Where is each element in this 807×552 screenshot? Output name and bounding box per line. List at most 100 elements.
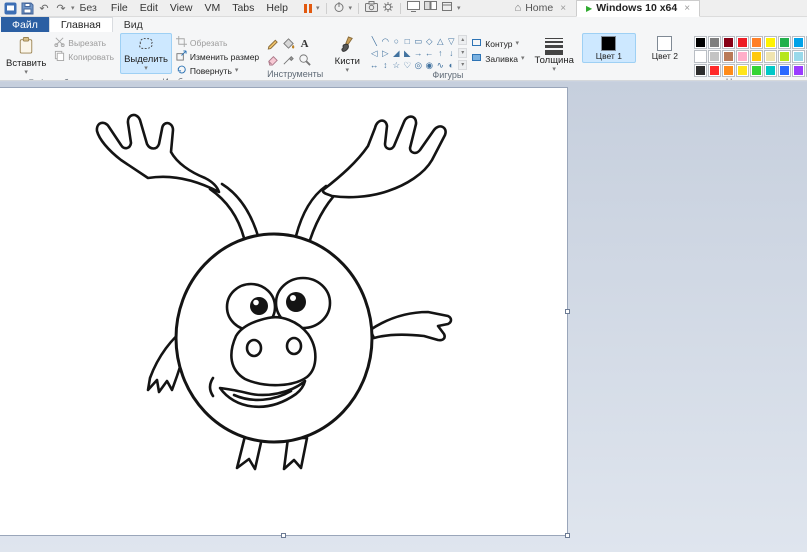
palette-swatch[interactable] xyxy=(792,64,805,77)
shape-item[interactable]: ▭ xyxy=(413,35,423,46)
palette-swatch[interactable] xyxy=(708,64,721,77)
palette-swatch[interactable] xyxy=(750,36,763,49)
canvas-resize-handle-bottom[interactable] xyxy=(281,533,286,538)
dropdown-caret-icon[interactable]: ▾ xyxy=(349,5,353,12)
color1-button[interactable]: Цвет 1 xyxy=(582,33,636,63)
palette-swatch[interactable] xyxy=(778,36,791,49)
color2-button[interactable]: Цвет 2 xyxy=(638,33,692,63)
eraser-tool-button[interactable] xyxy=(265,52,280,67)
shape-item[interactable]: ♡ xyxy=(402,59,412,70)
dropdown-caret-icon[interactable]: ▾ xyxy=(71,5,75,12)
dropdown-caret-icon[interactable]: ▾ xyxy=(457,5,461,12)
magnifier-tool-button[interactable] xyxy=(297,52,312,67)
vm-menu-item[interactable]: File xyxy=(105,2,134,14)
palette-swatch[interactable] xyxy=(792,36,805,49)
shape-item[interactable]: ↓ xyxy=(446,47,456,58)
text-tool-button[interactable]: A xyxy=(297,36,312,51)
tab-home[interactable]: ⌂ Home × xyxy=(505,0,577,17)
palette-swatch[interactable] xyxy=(694,36,707,49)
shape-item[interactable]: ○ xyxy=(391,35,401,46)
shape-item[interactable]: ◐ xyxy=(446,59,456,70)
canvas-resize-handle-corner[interactable] xyxy=(565,533,570,538)
pencil-tool-button[interactable] xyxy=(265,36,280,51)
palette-swatch[interactable] xyxy=(778,50,791,63)
close-icon[interactable]: × xyxy=(560,3,566,14)
shape-item[interactable]: △ xyxy=(435,35,445,46)
shape-item[interactable]: → xyxy=(413,47,423,58)
shape-item[interactable]: ↕ xyxy=(380,59,390,70)
vm-menu-item[interactable]: Tabs xyxy=(226,2,260,14)
scroll-down-icon[interactable]: ▾ xyxy=(458,48,467,58)
vm-menu-item[interactable]: View xyxy=(164,2,199,14)
vm-menu-item[interactable]: VM xyxy=(198,2,226,14)
expand-gallery-icon[interactable]: ▾ xyxy=(458,60,467,70)
select-button[interactable]: Выделить ▾ xyxy=(120,33,172,74)
shape-item[interactable]: ◢ xyxy=(391,47,401,58)
shape-item[interactable]: ◎ xyxy=(413,59,423,70)
size-button[interactable]: Толщина ▾ xyxy=(531,33,578,75)
shape-item[interactable]: ◣ xyxy=(402,47,412,58)
shape-item[interactable]: ╲ xyxy=(369,35,379,46)
palette-swatch[interactable] xyxy=(694,50,707,63)
palette-swatch[interactable] xyxy=(764,64,777,77)
settings-gear-icon[interactable] xyxy=(382,1,394,16)
shape-item[interactable]: ↔ xyxy=(369,59,379,70)
tab-windows10-vm[interactable]: ▶ Windows 10 x64 × xyxy=(576,0,700,17)
eyedropper-tool-button[interactable] xyxy=(281,52,296,67)
rotate-button[interactable]: Повернуть ▾ xyxy=(174,64,261,77)
palette-swatch[interactable] xyxy=(708,50,721,63)
paste-button[interactable]: Вставить ▾ xyxy=(2,33,50,78)
fill-tool-button[interactable] xyxy=(281,36,296,51)
palette-swatch[interactable] xyxy=(722,50,735,63)
shape-fill-button[interactable]: Заливка ▾ xyxy=(469,52,526,65)
resize-button[interactable]: Изменить размер xyxy=(174,50,261,63)
snapshot-camera-icon[interactable] xyxy=(365,1,378,15)
power-icon[interactable] xyxy=(333,1,345,16)
dropdown-caret-icon[interactable]: ▾ xyxy=(316,5,320,12)
redo-icon[interactable]: ↷ xyxy=(54,1,68,15)
brushes-button[interactable]: Кисти ▾ xyxy=(329,33,365,76)
pause-vm-icon[interactable] xyxy=(304,4,312,13)
palette-swatch[interactable] xyxy=(778,64,791,77)
shape-item[interactable]: ↑ xyxy=(435,47,445,58)
palette-swatch[interactable] xyxy=(694,64,707,77)
shape-item[interactable]: ◇ xyxy=(424,35,434,46)
scroll-up-icon[interactable]: ▴ xyxy=(458,35,467,45)
palette-swatch[interactable] xyxy=(736,64,749,77)
drawing-canvas[interactable] xyxy=(0,88,567,535)
console-view-icon[interactable] xyxy=(407,1,420,15)
palette-swatch[interactable] xyxy=(792,50,805,63)
palette-swatch[interactable] xyxy=(764,50,777,63)
shape-item[interactable]: ▽ xyxy=(446,35,456,46)
shape-item[interactable]: □ xyxy=(402,35,412,46)
shape-item[interactable]: ▷ xyxy=(380,47,390,58)
outline-button[interactable]: Контур ▾ xyxy=(469,37,526,50)
crop-button[interactable]: Обрезать xyxy=(174,36,261,49)
close-icon[interactable]: × xyxy=(684,3,690,14)
shape-item[interactable]: ∿ xyxy=(435,59,445,70)
save-icon[interactable] xyxy=(20,1,34,15)
palette-swatch[interactable] xyxy=(764,36,777,49)
tab-view[interactable]: Вид xyxy=(113,17,154,32)
vm-menu-item[interactable]: Edit xyxy=(134,2,164,14)
palette-swatch[interactable] xyxy=(736,36,749,49)
cut-button[interactable]: Вырезать xyxy=(52,36,116,49)
unity-view-icon[interactable] xyxy=(424,1,437,15)
undo-icon[interactable]: ↶ xyxy=(37,1,51,15)
palette-swatch[interactable] xyxy=(750,64,763,77)
shape-item[interactable]: ◁ xyxy=(369,47,379,58)
copy-button[interactable]: Копировать xyxy=(52,50,116,63)
vm-menu-item[interactable]: Help xyxy=(260,2,294,14)
palette-swatch[interactable] xyxy=(722,64,735,77)
canvas-resize-handle-right[interactable] xyxy=(565,309,570,314)
shape-item[interactable]: ← xyxy=(424,47,434,58)
shape-item[interactable]: ◉ xyxy=(424,59,434,70)
tab-file[interactable]: Файл xyxy=(1,17,49,32)
palette-swatch[interactable] xyxy=(708,36,721,49)
tab-main[interactable]: Главная xyxy=(49,17,113,32)
palette-swatch[interactable] xyxy=(722,36,735,49)
palette-swatch[interactable] xyxy=(736,50,749,63)
fullscreen-icon[interactable] xyxy=(441,1,453,15)
palette-swatch[interactable] xyxy=(750,50,763,63)
shape-item[interactable]: ◠ xyxy=(380,35,390,46)
